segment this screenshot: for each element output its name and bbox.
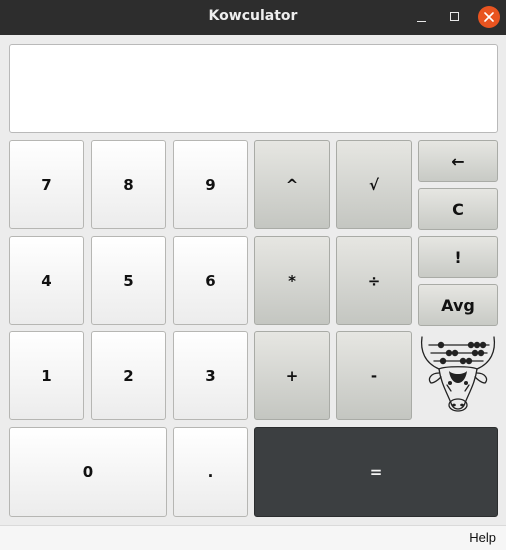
plus-button[interactable]: + (254, 331, 330, 420)
digit-1-button[interactable]: 1 (9, 331, 84, 420)
clear-button[interactable]: C (418, 188, 498, 230)
result-display[interactable] (9, 44, 498, 133)
equals-button[interactable]: = (254, 427, 498, 517)
decimal-point-button[interactable]: . (173, 427, 248, 517)
digit-7-button[interactable]: 7 (9, 140, 84, 229)
multiply-button[interactable]: * (254, 236, 330, 325)
digit-6-button[interactable]: 6 (173, 236, 248, 325)
digit-4-button[interactable]: 4 (9, 236, 84, 325)
digit-5-button[interactable]: 5 (91, 236, 166, 325)
average-button[interactable]: Avg (418, 284, 498, 326)
minimize-button[interactable] (411, 6, 433, 28)
digit-9-button[interactable]: 9 (173, 140, 248, 229)
help-menu[interactable]: Help (469, 530, 496, 545)
maximize-button[interactable] (444, 6, 466, 28)
close-button[interactable] (478, 6, 500, 28)
digit-3-button[interactable]: 3 (173, 331, 248, 420)
backspace-button[interactable]: ← (418, 140, 498, 182)
factorial-button[interactable]: ! (418, 236, 498, 278)
minus-button[interactable]: - (336, 331, 412, 420)
title-bar[interactable]: Kowculator (0, 0, 506, 35)
digit-0-button[interactable]: 0 (9, 427, 167, 517)
menu-bar: Help (0, 525, 506, 550)
sqrt-button[interactable]: √ (336, 140, 412, 229)
divide-button[interactable]: ÷ (336, 236, 412, 325)
digit-2-button[interactable]: 2 (91, 331, 166, 420)
calculator-window: Kowculator 7 8 9 ^ √ ← C 4 5 6 * ÷ ! Avg… (0, 0, 506, 550)
power-button[interactable]: ^ (254, 140, 330, 229)
close-icon (484, 12, 494, 22)
cow-abacus-logo-icon (419, 333, 497, 421)
digit-8-button[interactable]: 8 (91, 140, 166, 229)
